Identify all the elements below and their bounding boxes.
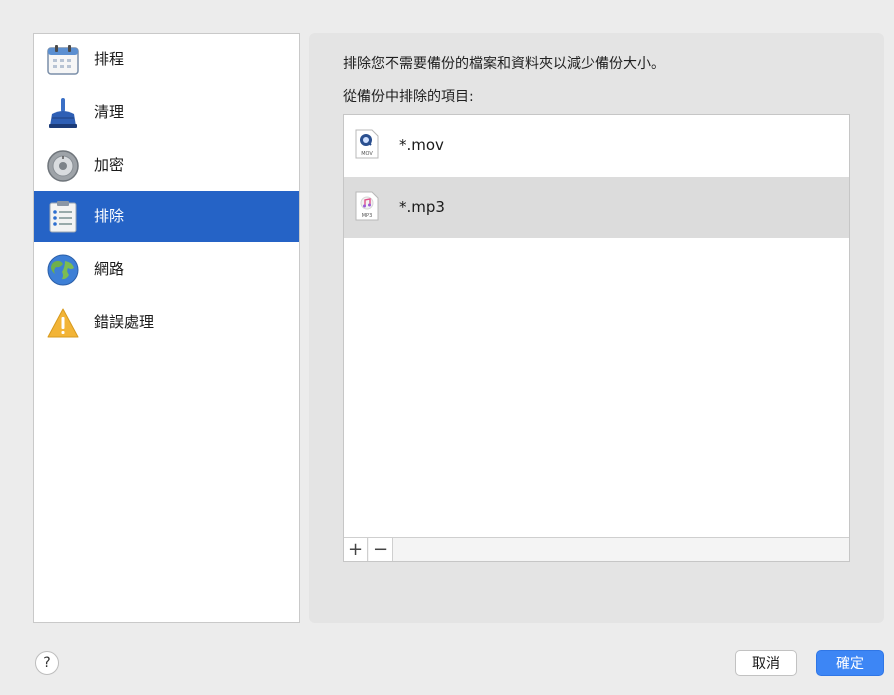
broom-icon	[45, 95, 81, 131]
sidebar-item-network[interactable]: 網路	[34, 244, 299, 295]
panel-description: 排除您不需要備份的檔案和資料夾以減少備份大小。	[343, 56, 665, 72]
svg-text:MOV: MOV	[361, 151, 373, 157]
list-item[interactable]: MP3 *.mp3	[344, 177, 849, 238]
list-item-name: *.mp3	[399, 198, 445, 216]
clipboard-list-icon	[45, 199, 81, 235]
remove-button[interactable]: −	[369, 538, 393, 561]
help-button[interactable]: ?	[35, 651, 59, 675]
exclusion-panel: 排除您不需要備份的檔案和資料夾以減少備份大小。 從備份中排除的項目: MOV *…	[309, 33, 884, 623]
warning-icon	[45, 305, 81, 341]
list-toolbar: + −	[344, 537, 849, 561]
list-item-name: *.mov	[399, 136, 444, 154]
quicktime-file-icon: MOV	[355, 129, 379, 159]
cancel-button[interactable]: 取消	[735, 650, 797, 676]
svg-text:MP3: MP3	[362, 213, 373, 219]
music-file-icon: MP3	[355, 191, 379, 221]
sidebar-item-label: 清理	[94, 103, 125, 121]
sidebar-item-exclusion[interactable]: 排除	[34, 191, 299, 242]
sidebar-item-cleanup[interactable]: 清理	[34, 87, 299, 138]
preferences-window: 排程 清理 加密 排除 網路 錯誤處理 排除您不需要備份的檔案和資料夾以減少備份…	[0, 0, 894, 695]
sidebar-item-label: 排程	[94, 50, 125, 68]
sidebar-item-encryption[interactable]: 加密	[34, 140, 299, 191]
lock-dial-icon	[45, 148, 81, 184]
sidebar-item-label: 加密	[94, 156, 125, 174]
ok-button[interactable]: 確定	[816, 650, 884, 676]
sidebar-item-error-handling[interactable]: 錯誤處理	[34, 297, 299, 348]
exclusion-list[interactable]: MOV *.mov MP3 *.mp3 + −	[343, 114, 850, 562]
add-button[interactable]: +	[344, 538, 368, 561]
sidebar-item-schedule[interactable]: 排程	[34, 34, 299, 85]
globe-icon	[45, 252, 81, 288]
sidebar-item-label: 網路	[94, 260, 125, 278]
sidebar-item-label: 排除	[94, 207, 125, 225]
calendar-icon	[45, 42, 81, 78]
list-item[interactable]: MOV *.mov	[344, 115, 849, 176]
sidebar-item-label: 錯誤處理	[94, 313, 155, 331]
sidebar: 排程 清理 加密 排除 網路 錯誤處理	[33, 33, 300, 623]
panel-list-title: 從備份中排除的項目:	[343, 89, 474, 105]
